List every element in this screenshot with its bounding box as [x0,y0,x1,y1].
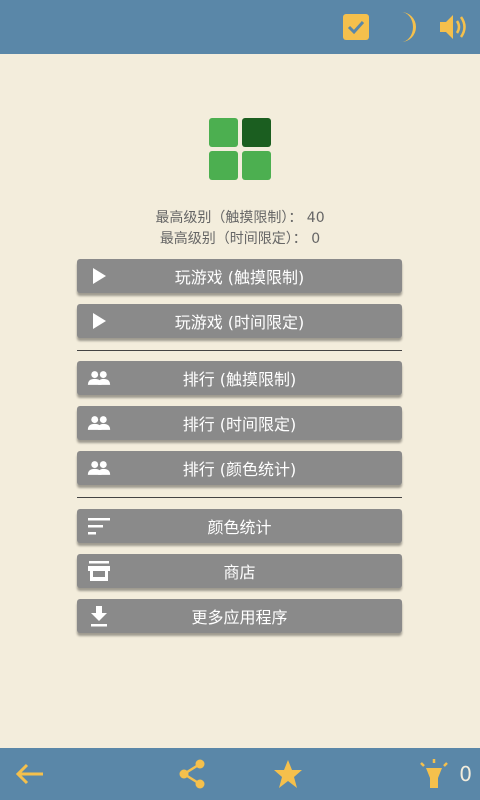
shop-label: 商店 [223,563,256,582]
play-icon [87,264,111,288]
people-icon [87,456,111,480]
share-icon[interactable] [172,754,212,794]
play-touch-limit-label: 玩游戏 (触摸限制) [174,268,305,287]
download-icon [87,604,111,628]
color-stats-label: 颜色统计 [207,518,272,537]
logo-cell-3 [209,151,238,180]
sort-lines-icon [87,514,111,538]
top-bar [0,0,480,54]
star-icon[interactable] [268,754,308,794]
play-time-limit-label: 玩游戏 (时间限定) [174,313,305,332]
moon-icon[interactable] [386,7,426,47]
rank-color-stats-label: 排行 (颜色统计) [182,460,297,479]
high-score-stats: 最高级别（触摸限制）： 40 最高级别（时间限定）： 0 [0,208,480,250]
app-logo [209,118,271,180]
volume-icon[interactable] [434,7,474,47]
rank-touch-limit-button[interactable]: 排行 (触摸限制) [77,361,402,395]
shop-button[interactable]: 商店 [77,554,402,588]
play-time-limit-button[interactable]: 玩游戏 (时间限定) [77,304,402,338]
people-icon [87,411,111,435]
more-apps-label: 更多应用程序 [191,608,288,627]
rank-time-limit-label: 排行 (时间限定) [182,415,297,434]
back-arrow-icon[interactable] [10,754,50,794]
time-limit-high-score: 最高级别（时间限定）： 0 [159,231,321,247]
bottom-bar: 0 [0,748,480,800]
touch-limit-high-score: 最高级别（触摸限制）： 40 [155,210,325,226]
logo-cell-4 [242,151,271,180]
color-stats-button[interactable]: 颜色统计 [77,509,402,543]
rank-color-stats-button[interactable]: 排行 (颜色统计) [77,451,402,485]
divider [77,497,402,498]
checkbox-icon[interactable] [336,7,376,47]
hint-icon[interactable] [414,754,454,794]
more-apps-button[interactable]: 更多应用程序 [77,599,402,633]
rank-touch-limit-label: 排行 (触摸限制) [182,370,297,389]
store-icon [87,559,111,583]
play-icon [87,309,111,333]
logo-cell-1 [209,118,238,147]
logo-cell-2 [242,118,271,147]
rank-time-limit-button[interactable]: 排行 (时间限定) [77,406,402,440]
hint-count: 0 [459,762,472,786]
divider [77,350,402,351]
people-icon [87,366,111,390]
play-touch-limit-button[interactable]: 玩游戏 (触摸限制) [77,259,402,293]
